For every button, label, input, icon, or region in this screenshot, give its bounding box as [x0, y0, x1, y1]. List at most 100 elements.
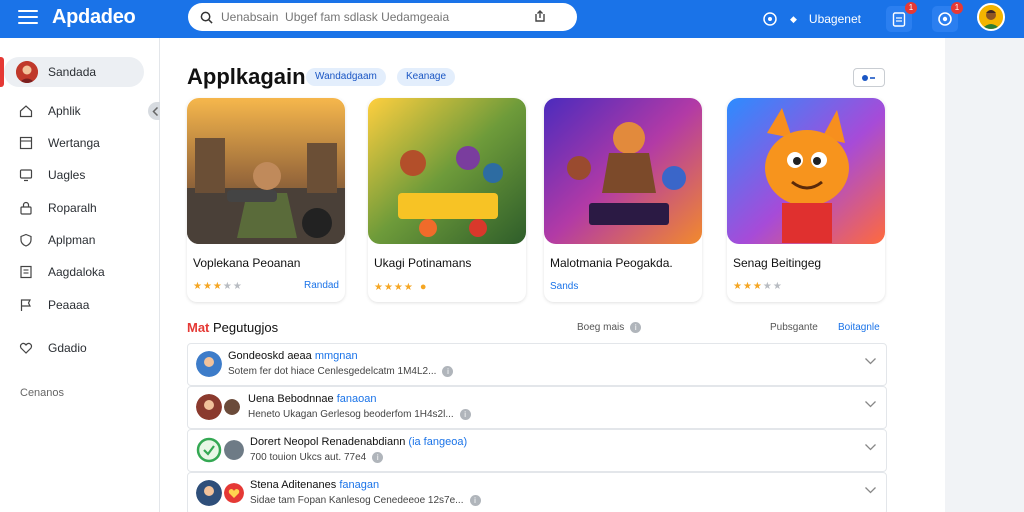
top-bar: Apdadeo ◆ Ubagenet 1 1 [0, 0, 1024, 38]
sort-link[interactable]: Pubsgante [770, 322, 818, 333]
app-card-title: Voplekana Peoanan [193, 256, 301, 270]
lock-icon [18, 200, 34, 216]
list-item-subtitle: Sotem fer dot hiace Cenlesgedelcatm 1M4L… [228, 366, 454, 377]
sidebar-item-aagdaloka[interactable]: Aagdaloka [18, 261, 105, 283]
chat-icon [938, 12, 952, 26]
user-avatar[interactable] [977, 3, 1005, 31]
sidebar-item-peaaaa[interactable]: Peaaaa [18, 294, 89, 316]
chevron-down-icon[interactable] [865, 487, 876, 494]
sidebar-item-sandada[interactable]: Sandada [16, 61, 97, 83]
star-rating: ★★★★★ [193, 281, 243, 292]
app-card-image [544, 98, 702, 244]
list-item-tag: fanagan [339, 479, 380, 491]
sidebar-section-label: Cenanos [20, 387, 65, 399]
avatar [196, 480, 222, 506]
info-icon: i [459, 409, 471, 420]
sidebar-item-label: Uagles [48, 168, 86, 182]
list-item-title-text: Uena Bebodnnae [248, 393, 334, 405]
list-item-subtitle-text: Sotem fer dot hiace Cenlesgedelcatm 1M4L… [228, 366, 437, 377]
sidebar-item-gdadio[interactable]: Gdadio [18, 337, 87, 359]
sidebar-item-roparalh[interactable]: Roparalh [18, 197, 97, 219]
app-card[interactable]: Senag Beitingeg ★★★★★ [727, 98, 885, 302]
list-item-tag: fanaoan [336, 393, 377, 405]
list-item-tag: (ia fangeoa) [408, 436, 468, 448]
star-rating: ★★★★★ [733, 281, 783, 292]
search-input[interactable] [221, 10, 521, 24]
section-title-accent: Mat [187, 320, 210, 335]
list-item-subtitle-text: Heneto Ukagan Gerlesog beoderfom 1H4s2l.… [248, 409, 454, 420]
app-card[interactable]: Malotmania Peogakda. Sands [544, 98, 702, 302]
sidebar-item-uagles[interactable]: Uagles [18, 164, 85, 186]
list-item-title: Gondeoskd aeaa mmgnan [228, 350, 358, 362]
list-item[interactable]: Gondeoskd aeaa mmgnan Sotem fer dot hiac… [187, 343, 887, 386]
app-card-image [368, 98, 526, 244]
shield-icon [18, 232, 34, 248]
see-more-link[interactable]: Boeg mais i [577, 322, 642, 333]
heart-icon [18, 340, 34, 356]
sidebar-item-label: Aphlik [48, 104, 81, 118]
app-card-image [187, 98, 345, 244]
app-card[interactable]: Ukagi Potinamans ★★★★ ● [368, 98, 526, 302]
document-icon [18, 264, 34, 280]
flag-icon [18, 297, 34, 313]
sidebar-item-wertanga[interactable]: Wertanga [18, 132, 100, 154]
chevron-down-icon[interactable] [865, 401, 876, 408]
top-right-group: ◆ Ubagenet [762, 0, 861, 38]
user-name[interactable]: Ubagenet [809, 12, 861, 26]
share-icon[interactable] [533, 9, 547, 23]
sidebar-item-aphlik[interactable]: Aphlik [18, 100, 81, 122]
app-card[interactable]: Voplekana Peoanan ★★★★★ Randad [187, 98, 345, 302]
search-bar[interactable] [188, 3, 577, 31]
see-more-label: Boeg mais [577, 322, 625, 333]
list-item[interactable]: Dorert Neopol Renadenabdiann (ia fangeoa… [187, 429, 887, 472]
avatar [224, 399, 240, 415]
info-icon: i [469, 495, 481, 506]
app-title[interactable]: Apdadeo [52, 6, 136, 29]
app-card-meta: ★★★★★ [193, 281, 243, 292]
search-icon [200, 11, 213, 24]
dot-icon: ◆ [790, 13, 797, 24]
avatar [196, 351, 222, 377]
help-icon[interactable] [762, 11, 778, 27]
notifications-button[interactable]: 1 [932, 2, 963, 32]
section-title-text: Pegutugjos [213, 320, 279, 335]
app-card-link[interactable]: Randad [304, 280, 339, 291]
list-item-title-text: Stena Aditenanes [250, 479, 337, 491]
notification-badge: 1 [951, 2, 963, 14]
sidebar-item-aplpman[interactable]: Aplpman [18, 229, 95, 251]
filter-link[interactable]: Boitagnle [838, 322, 880, 333]
list-item[interactable]: Uena Bebodnnae fanaoan Heneto Ukagan Ger… [187, 386, 887, 429]
app-card-title: Senag Beitingeg [733, 256, 822, 270]
list-item-tag: mmgnan [314, 350, 358, 362]
check-icon [196, 437, 222, 463]
list-item-subtitle-text: 700 touion Ukcs aut. 77e4 [250, 452, 367, 463]
app-card-title: Malotmania Peogakda. [550, 256, 673, 270]
avatar [16, 61, 38, 83]
avatar [224, 440, 244, 460]
chevron-down-icon[interactable] [865, 444, 876, 451]
list-item-subtitle-text: Sidae tam Fopan Kanlesog Cenedeeoe 12s7e… [250, 495, 464, 506]
menu-icon[interactable] [18, 10, 38, 28]
main-panel: Applkagain Wandadgaam Keanage Voplekana … [160, 38, 945, 512]
sidebar-item-label: Aagdaloka [48, 265, 105, 279]
sidebar-item-label: Wertanga [48, 136, 100, 150]
filter-chip[interactable]: Keanage [397, 68, 456, 86]
chevron-down-icon[interactable] [865, 358, 876, 365]
app-card-image [727, 98, 885, 244]
list-item-subtitle: Heneto Ukagan Gerlesog beoderfom 1H4s2l.… [248, 409, 471, 420]
filter-chip[interactable]: Wandadgaam [306, 68, 386, 86]
app-card-title: Ukagi Potinamans [374, 256, 472, 270]
clipboard-button[interactable]: 1 [886, 2, 917, 32]
toggle-view-button[interactable] [853, 68, 885, 87]
sidebar-item-label: Peaaaa [48, 298, 90, 312]
list-item-subtitle: Sidae tam Fopan Kanlesog Cenedeeoe 12s7e… [250, 495, 481, 506]
notification-badge: 1 [905, 2, 917, 14]
sidebar-item-label: Aplpman [48, 233, 96, 247]
list-item[interactable]: Stena Aditenanes fanagan Sidae tam Fopan… [187, 472, 887, 512]
heart-icon [224, 483, 244, 503]
app-card-link[interactable]: Sands [550, 281, 578, 292]
sidebar-item-label: Sandada [48, 65, 97, 79]
app-card-meta: ★★★★ ● [374, 281, 427, 293]
chevron-left-icon [151, 106, 158, 116]
sidebar-item-label: Gdadio [48, 341, 87, 355]
